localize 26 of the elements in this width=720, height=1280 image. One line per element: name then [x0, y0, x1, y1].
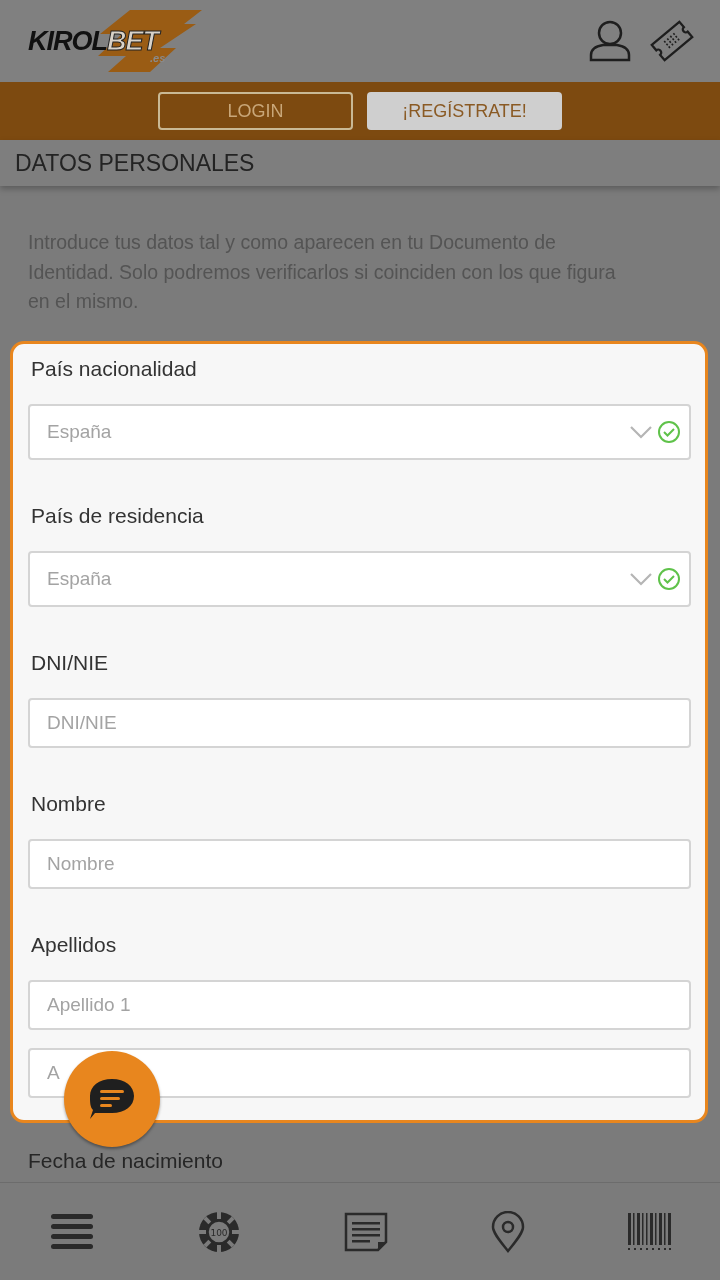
field-label: Apellidos: [31, 931, 118, 958]
field-label: DNI/NIE: [31, 649, 109, 676]
menu-icon[interactable]: [50, 1213, 94, 1250]
field-label: Nombre: [31, 790, 107, 817]
user-icon[interactable]: [588, 20, 632, 62]
field-label: Fecha de nacimiento: [28, 1148, 223, 1173]
chevron-down-icon: [629, 424, 653, 439]
register-button[interactable]: ¡REGÍSTRATE!: [367, 92, 562, 130]
input-field[interactable]: Apellido 1: [28, 979, 691, 1030]
barcode-icon[interactable]: [628, 1212, 672, 1251]
select-value: España: [47, 567, 113, 590]
login-button[interactable]: LOGIN: [158, 92, 353, 130]
location-pin-icon[interactable]: [491, 1210, 525, 1253]
input-field[interactable]: Nombre: [28, 838, 691, 889]
input-field[interactable]: DNI/NIE: [28, 697, 691, 748]
field-label: País de residencia: [31, 502, 205, 529]
select-value: España: [47, 420, 113, 443]
casino-chip-icon[interactable]: 100: [197, 1209, 241, 1254]
ticket-icon[interactable]: [650, 19, 694, 63]
select-field[interactable]: España: [28, 550, 691, 607]
document-icon[interactable]: [344, 1211, 388, 1252]
input-field[interactable]: A: [28, 1047, 691, 1098]
field-label: País nacionalidad: [31, 355, 198, 382]
chevron-down-icon: [629, 571, 653, 586]
select-field[interactable]: España: [28, 403, 691, 460]
section-title: DATOS PERSONALES: [0, 140, 720, 186]
